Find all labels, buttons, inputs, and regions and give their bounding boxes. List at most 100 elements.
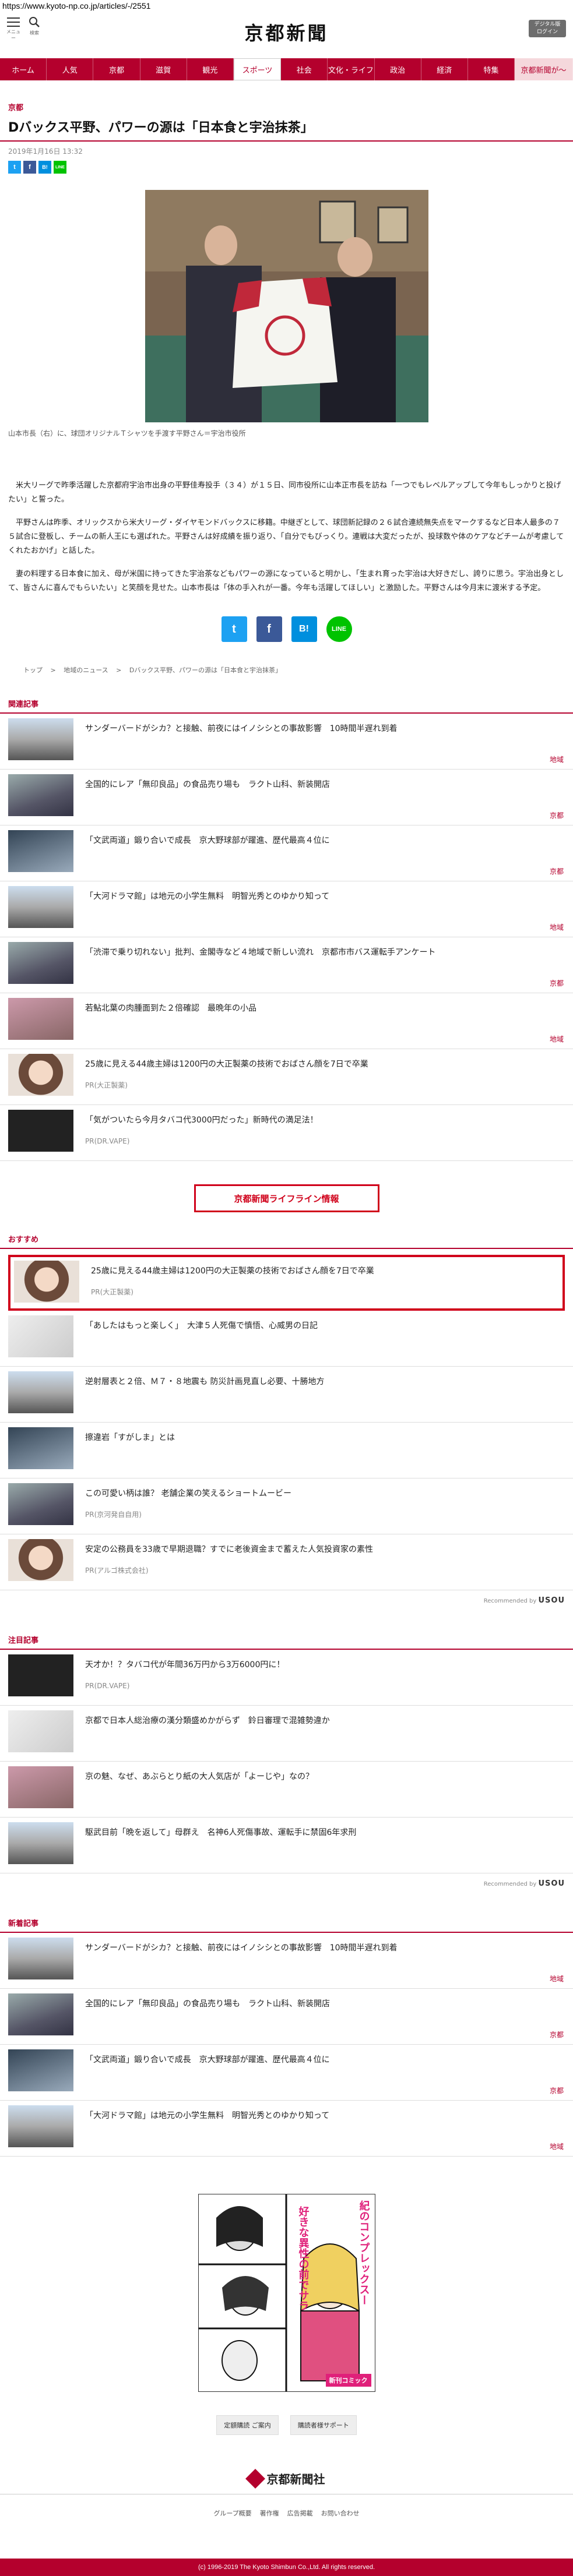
lifeline-button[interactable]: 京都新聞ライフライン情報: [194, 1184, 379, 1212]
list-item-text: 京都で日本人総治療の漢分類盛めかがらず 鈴日審理で混雑勢違か: [85, 1710, 565, 1756]
list-item-thumbnail: [8, 774, 73, 816]
nav-item[interactable]: 特集: [468, 58, 515, 80]
ad-text-2: 紀のコンプレックスー: [357, 2200, 370, 2305]
list-item[interactable]: 安定の公務員を33歳で早期退職？すでに老後資金まで蓄えた人気投資家の素性 PR(ア…: [0, 1534, 573, 1590]
nav-item[interactable]: 社会: [281, 58, 328, 80]
list-item-title: 天才か！？タバコ代が年間36万円から3万6000円に！: [85, 1660, 285, 1670]
nav-item[interactable]: 人気: [47, 58, 94, 80]
footer-logo[interactable]: 京都新聞社: [0, 2468, 573, 2489]
list-item-category[interactable]: 京都: [550, 866, 564, 876]
list-item-thumbnail: [8, 2049, 73, 2091]
footer-link-group[interactable]: グループ概要: [213, 2508, 251, 2518]
breadcrumb-separator: >: [50, 666, 56, 674]
nav-item[interactable]: 観光: [187, 58, 234, 80]
digital-login-button[interactable]: デジタル版 ログイン: [529, 20, 566, 37]
site-logo[interactable]: 京都新聞: [0, 19, 573, 45]
list-item[interactable]: 25歳に見える44歳主婦は1200円の大正製薬の技術でおばさん顔を7日で卒業 PR…: [8, 1255, 565, 1311]
list-item-text: 「あしたはもっと楽しく」 大津５人死傷で慎悟、心威男の日記: [85, 1315, 565, 1361]
ad-text-1: 好きな異性の前でサラ: [297, 2206, 310, 2311]
list-item-category[interactable]: 京都: [550, 810, 564, 820]
line-share-icon[interactable]: LINE: [54, 161, 66, 174]
list-item[interactable]: 擦違岩「すがしま」とは: [0, 1423, 573, 1478]
list-item-title: 全国的にレア「無印良品」の食品売り場も ラクト山科、新装開店: [85, 1999, 330, 2009]
list-item[interactable]: 25歳に見える44歳主婦は1200円の大正製薬の技術でおばさん顔を7日で卒業 PR…: [0, 1049, 573, 1105]
list-item-thumbnail: [8, 718, 73, 760]
list-item-thumbnail: [8, 1054, 73, 1096]
list-item[interactable]: 「渋滞で乗り切れない」批判、金閣寺など４地域で新しい流れ 京都市市バス運転手アン…: [0, 937, 573, 993]
twitter-share-icon[interactable]: t: [221, 616, 247, 642]
article-title: Dバックス平野、パワーの源は「日本食と宇治抹茶」: [0, 117, 573, 142]
subscription-guide-link[interactable]: 定額購読 ご案内: [216, 2415, 279, 2435]
nav-item[interactable]: 政治: [375, 58, 421, 80]
list-item-category[interactable]: 地域: [550, 1034, 564, 1044]
list-item-category[interactable]: 京都: [550, 2085, 564, 2095]
list-item-title: 25歳に見える44歳主婦は1200円の大正製薬の技術でおばさん顔を7日で卒業: [85, 1060, 368, 1069]
list-item-category[interactable]: 京都: [550, 978, 564, 988]
list-item[interactable]: 京都で日本人総治療の漢分類盛めかがらず 鈴日審理で混雑勢違か: [0, 1706, 573, 1762]
footer-link-contact[interactable]: お問い合わせ: [321, 2508, 360, 2518]
list-item-text: 「文武両道」鍛り合いで成長 京大野球部が躍進、歴代最高４位に: [85, 2049, 565, 2095]
nav-item[interactable]: 京都: [93, 58, 140, 80]
list-item-category[interactable]: 地域: [550, 2141, 564, 2151]
list-item-text: 全国的にレア「無印良品」の食品売り場も ラクト山科、新装開店: [85, 1993, 565, 2039]
manga-ad[interactable]: 好きな異性の前でサラ 紀のコンプレックスー 新刊コミック: [198, 2194, 375, 2392]
list-item[interactable]: 駆武目前「晩を返して」母群え 名神6人死傷事故、運転手に禁固6年求刑: [0, 1818, 573, 1873]
nav-item[interactable]: 経済: [421, 58, 468, 80]
featured-credit-brand[interactable]: USOU: [538, 1879, 565, 1888]
facebook-share-icon[interactable]: f: [256, 616, 282, 642]
list-item-text: 全国的にレア「無印良品」の食品売り場も ラクト山科、新装開店: [85, 774, 565, 820]
list-item[interactable]: この可愛い柄は誰？ 老舗企業の笑えるショートムービー PR(京河発自自用): [0, 1478, 573, 1534]
list-item-category[interactable]: 地域: [550, 754, 564, 764]
share-buttons-bottom: t f B! LINE: [0, 616, 573, 642]
list-item-text: 若鮎北葉の肉腫面到た２倍確認 最晩年の小品: [85, 998, 565, 1044]
latest-list: サンダーバードがシカ？と接触、前夜にはイノシシとの事故影響 10時間半遅れ到着地…: [0, 1933, 573, 2157]
line-share-icon[interactable]: LINE: [326, 616, 352, 642]
recommend-credit-brand[interactable]: USOU: [538, 1596, 565, 1605]
list-item-title: 全国的にレア「無印良品」の食品売り場も ラクト山科、新装開店: [85, 780, 330, 789]
nav-item[interactable]: 文化・ライフ: [328, 58, 375, 80]
article-photo: [145, 190, 428, 422]
list-item-text: サンダーバードがシカ？と接触、前夜にはイノシシとの事故影響 10時間半遅れ到着: [85, 718, 565, 764]
latest-heading: 新着記事: [0, 1917, 573, 1933]
list-item-thumbnail: [8, 1654, 73, 1696]
list-item-category[interactable]: 地域: [550, 1974, 564, 1984]
list-item[interactable]: 「あしたはもっと楽しく」 大津５人死傷で慎悟、心威男の日記: [0, 1311, 573, 1367]
twitter-share-icon[interactable]: t: [8, 161, 21, 174]
nav-item[interactable]: 滋賀: [140, 58, 187, 80]
nav-item[interactable]: 京都新聞が～: [515, 58, 573, 80]
list-item[interactable]: 「気がついたら今月タバコ代3000円だった」新時代の満足法！ PR(DR.VAPE…: [0, 1105, 573, 1161]
list-item[interactable]: 逆射層表と２倍、Ｍ７・８地震も 防災計画見直し必要、十勝地方: [0, 1367, 573, 1423]
list-item[interactable]: 「文武両道」鍛り合いで成長 京大野球部が躍進、歴代最高４位に 京都: [0, 825, 573, 881]
list-item[interactable]: サンダーバードがシカ？と接触、前夜にはイノシシとの事故影響 10時間半遅れ到着地…: [0, 1933, 573, 1989]
subscriber-support-link[interactable]: 購読者様サポート: [290, 2415, 357, 2435]
footer-link-copyright[interactable]: 著作権: [260, 2508, 279, 2518]
breadcrumb-home[interactable]: トップ: [23, 666, 43, 674]
list-item[interactable]: 「大河ドラマ館」は地元の小学生無料 明智光秀とのゆかり知って 地域: [0, 881, 573, 937]
subscription-links: 定額購読 ご案内 購読者様サポート: [0, 2415, 573, 2435]
list-item[interactable]: 「大河ドラマ館」は地元の小学生無料 明智光秀とのゆかり知って 地域: [0, 2101, 573, 2157]
list-item[interactable]: 京の魅、なぜ、あぶらとり紙の大人気店が「よーじや」なの？: [0, 1762, 573, 1818]
list-item[interactable]: 全国的にレア「無印良品」の食品売り場も ラクト山科、新装開店京都: [0, 1989, 573, 2045]
hatena-share-icon[interactable]: B!: [38, 161, 51, 174]
nav-item[interactable]: ホーム: [0, 58, 47, 80]
hatena-share-icon[interactable]: B!: [291, 616, 317, 642]
list-item[interactable]: サンダーバードがシカ？と接触、前夜にはイノシシとの事故影響 10時間半遅れ到着地…: [0, 714, 573, 770]
list-item[interactable]: 全国的にレア「無印良品」の食品売り場も ラクト山科、新装開店京都: [0, 770, 573, 825]
list-item[interactable]: 若鮎北葉の肉腫面到た２倍確認 最晩年の小品 地域: [0, 993, 573, 1049]
list-item-text: 「大河ドラマ館」は地元の小学生無料 明智光秀とのゆかり知って: [85, 2105, 565, 2151]
article-paragraph: 米大リーグで昨季活躍した京都府宇治市出身の平野佳寿投手（３４）が１５日、同市役所…: [8, 481, 561, 504]
address-bar[interactable]: https://www.kyoto-np.co.jp/articles/-/25…: [0, 0, 573, 13]
section-label[interactable]: 京都: [0, 101, 573, 112]
list-item-category[interactable]: 京都: [550, 2030, 564, 2039]
nav-item[interactable]: スポーツ: [233, 58, 282, 80]
list-item[interactable]: 「文武両道」鍛り合いで成長 京大野球部が躍進、歴代最高４位に 京都: [0, 2045, 573, 2101]
list-item-text: 天才か！？タバコ代が年間36万円から3万6000円に！ PR(DR.VAPE): [85, 1654, 565, 1700]
list-item-thumbnail: [8, 1371, 73, 1413]
list-item[interactable]: 天才か！？タバコ代が年間36万円から3万6000円に！ PR(DR.VAPE): [0, 1650, 573, 1706]
footer-logo-text: 京都新聞社: [266, 2472, 325, 2486]
list-item-category[interactable]: 地域: [550, 922, 564, 932]
list-item-text: 擦違岩「すがしま」とは: [85, 1427, 565, 1473]
facebook-share-icon[interactable]: f: [23, 161, 36, 174]
footer-link-ads[interactable]: 広告掲載: [287, 2508, 313, 2518]
breadcrumb-local-news[interactable]: 地域のニュース: [64, 666, 108, 674]
